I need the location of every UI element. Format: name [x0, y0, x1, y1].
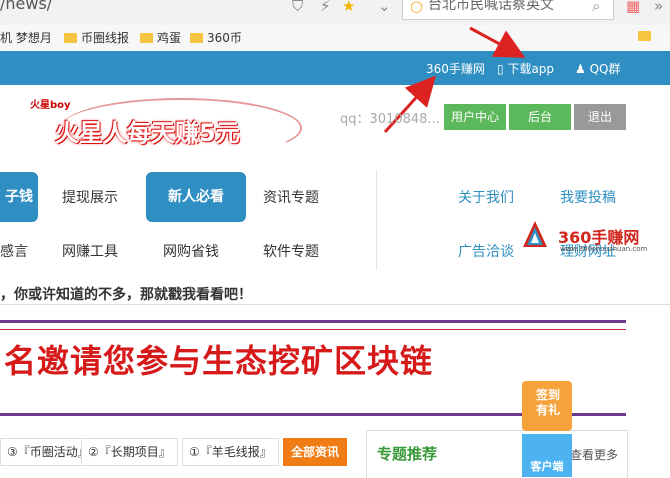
brand-triangle-icon: [523, 221, 547, 247]
nav-item-tools[interactable]: 网赚工具: [62, 241, 118, 261]
nav-item-newbie[interactable]: 新人必看: [146, 172, 246, 222]
logout-button[interactable]: 退出: [574, 104, 626, 130]
recommend-title: 专题推荐: [377, 445, 438, 463]
client-label: 客户端: [530, 460, 564, 473]
tab-freebies[interactable]: ①『羊毛线报』: [182, 438, 279, 466]
nav-about-us[interactable]: 关于我们: [458, 187, 514, 207]
nav-item-withdraw[interactable]: 提现展示: [62, 187, 118, 207]
tab-long-term[interactable]: ②『长期项目』: [81, 438, 178, 466]
nav-ads[interactable]: 广告洽谈: [458, 241, 514, 261]
user-center-button[interactable]: 用户中心: [444, 104, 506, 130]
sign-in-gift-label: 签到 有礼: [535, 388, 560, 417]
notice-text[interactable]: ，你或许知道的不多，那就戳我看看吧！: [0, 284, 252, 304]
nav-item-shopping[interactable]: 网购省钱: [163, 241, 219, 261]
backend-button[interactable]: 后台: [509, 104, 571, 130]
see-more-link[interactable]: 查看更多: [570, 446, 618, 463]
brand-url: www.360shouzhuan.com: [560, 245, 648, 253]
divider: [0, 304, 670, 305]
banner-text: 名邀请您参与生态挖矿区块链: [4, 342, 434, 380]
all-news-button[interactable]: 全部资讯: [283, 438, 347, 466]
nav-divider: [376, 170, 377, 270]
nav-item-news[interactable]: 资讯专题: [263, 187, 319, 207]
nav-item-testimonials[interactable]: 感言: [0, 241, 28, 261]
site-logo-slogan[interactable]: 火星人每天赚5元: [55, 113, 240, 148]
qq-number: qq：3010848...: [340, 112, 440, 127]
nav-item-earn[interactable]: 子钱: [0, 172, 38, 222]
logo-small-text: 火星boy: [30, 100, 71, 111]
nav-submit-article[interactable]: 我要投稿: [560, 187, 616, 207]
nav-item-software[interactable]: 软件专题: [263, 241, 319, 261]
banner-rule: [0, 329, 626, 330]
